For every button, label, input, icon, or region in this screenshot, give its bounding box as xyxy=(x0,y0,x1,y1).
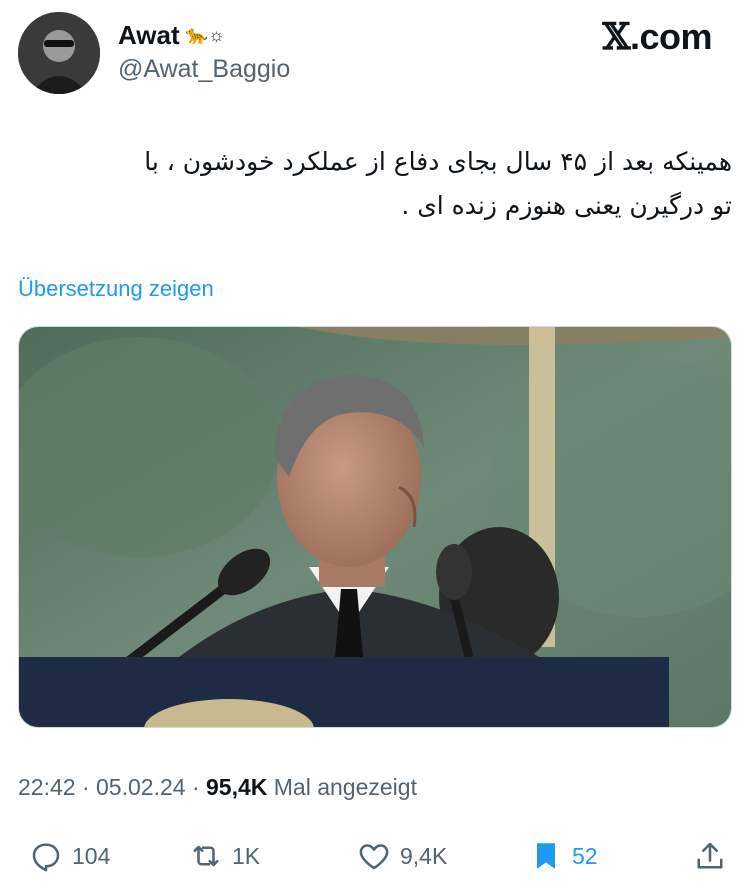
reply-button[interactable]: 104 xyxy=(28,836,110,876)
reply-icon xyxy=(32,843,60,872)
x-logo-icon: 𝕏 xyxy=(602,16,631,58)
heart-icon xyxy=(359,844,389,870)
tweet-date[interactable]: 05.02.24 xyxy=(96,774,186,800)
meta-separator: · xyxy=(191,774,200,800)
author-handle[interactable]: @Awat_Baggio xyxy=(118,52,290,86)
avatar[interactable] xyxy=(18,12,100,94)
reply-count: 104 xyxy=(72,842,111,869)
author-names: Awat 🐆☼ @Awat_Baggio xyxy=(118,20,290,86)
like-count: 9,4K xyxy=(400,842,448,869)
view-count-label: Mal angezeigt xyxy=(273,774,417,800)
tweet-header: Awat 🐆☼ @Awat_Baggio 𝕏.com xyxy=(18,12,720,94)
tweet-photo[interactable] xyxy=(18,326,732,728)
meta-separator: · xyxy=(81,774,90,800)
retweet-count: 1K xyxy=(232,842,261,869)
tweet-text-line: تو درگیرن یعنی هنوزم زنده ای . xyxy=(401,191,732,220)
tweet-text: همینکه بعد از ۴۵ سال بجای دفاع از عملکرد… xyxy=(18,140,732,228)
brand-domain: .com xyxy=(629,16,713,57)
author-display-name[interactable]: Awat 🐆☼ xyxy=(118,20,290,50)
view-count: 95,4K xyxy=(206,774,268,800)
bookmark-button[interactable]: 52 xyxy=(528,836,598,876)
show-translation-link[interactable]: Übersetzung zeigen xyxy=(18,276,214,302)
bookmark-icon xyxy=(537,843,555,869)
x-brand-logo: 𝕏.com xyxy=(602,16,713,58)
bookmark-count: 52 xyxy=(572,842,598,869)
tweet-metadata: 22:42 · 05.02.24 · 95,4K Mal angezeigt xyxy=(18,774,417,801)
retweet-button[interactable]: 1K xyxy=(188,836,260,876)
tweet-text-line: همینکه بعد از ۴۵ سال بجای دفاع از عملکرد… xyxy=(144,147,732,176)
share-button[interactable] xyxy=(692,836,728,876)
like-button[interactable]: 9,4K xyxy=(356,836,447,876)
name-decoration: 🐆☼ xyxy=(185,25,225,45)
share-icon xyxy=(697,842,723,869)
tweet-time[interactable]: 22:42 xyxy=(18,774,76,800)
tweet-actions: 104 1K 9,4K 52 xyxy=(18,836,730,876)
retweet-icon xyxy=(193,845,219,867)
